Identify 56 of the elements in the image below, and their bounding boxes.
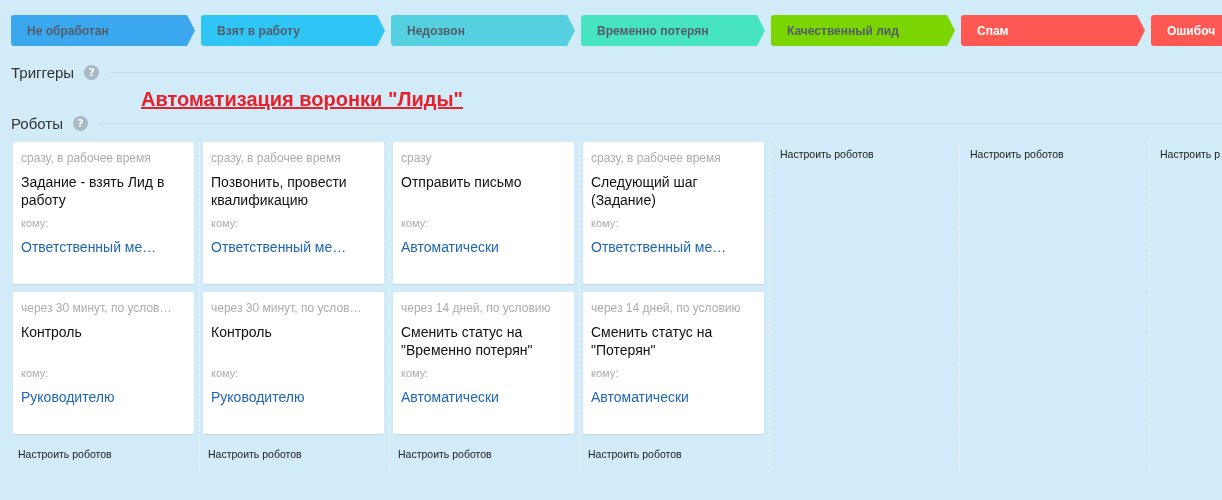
- robot-delay: через 14 дней, по условию: [591, 301, 742, 315]
- robot-title: Следующий шаг (Задание): [591, 173, 699, 209]
- robot-title: Сменить статус на "Потерян": [591, 323, 714, 359]
- robot-title: Позвонить, провести квалификацию: [211, 173, 348, 209]
- robot-delay: через 14 дней, по условию: [401, 301, 552, 315]
- recipient-link[interactable]: Автоматически: [401, 389, 566, 405]
- recipient-link[interactable]: Ответственный ме…: [591, 239, 756, 255]
- robot-card[interactable]: сразу Отправить письмо кому: Автоматически: [393, 142, 574, 284]
- recipient-label: кому:: [401, 217, 430, 229]
- section-heading: Триггеры: [11, 63, 75, 81]
- recipient-link[interactable]: Руководителю: [21, 389, 186, 405]
- recipient-link[interactable]: Руководителю: [211, 389, 376, 405]
- robot-card[interactable]: сразу, в рабочее время Следующий шаг (Задание) кому: Ответственный ме…: [583, 142, 764, 284]
- setup-robots-link[interactable]: Настроить р: [1160, 148, 1222, 160]
- robot-title: Контроль: [211, 323, 273, 342]
- robot-delay: через 30 минут, по услов…: [21, 301, 173, 315]
- recipient-label: кому:: [21, 217, 50, 229]
- robot-card[interactable]: через 14 дней, по условию Сменить статус на "Потерян" кому: Автоматически: [583, 292, 764, 434]
- setup-robots-link[interactable]: Настроить роботов: [398, 448, 574, 460]
- setup-robots-link[interactable]: Настроить роботов: [780, 148, 954, 160]
- recipient-link[interactable]: Ответственный ме…: [211, 239, 376, 255]
- robot-title: Сменить статус на "Временно потерян": [401, 323, 534, 359]
- robot-delay: сразу: [401, 151, 433, 165]
- setup-robots-link[interactable]: Настроить роботов: [588, 448, 764, 460]
- stage-tab[interactable]: Временно потерян: [581, 15, 765, 46]
- setup-robots-link[interactable]: Настроить роботов: [970, 148, 1144, 160]
- recipient-label: кому:: [211, 217, 240, 229]
- robot-delay: сразу, в рабочее время: [591, 151, 722, 165]
- section-heading: Роботы: [11, 114, 63, 132]
- stage-tab[interactable]: Ошибоч: [1151, 15, 1222, 46]
- setup-robots-link[interactable]: Настроить роботов: [208, 448, 384, 460]
- robot-card[interactable]: через 30 минут, по услов… Контроль кому: Руководителю: [13, 292, 194, 434]
- robot-card[interactable]: через 30 минут, по услов… Контроль кому: Руководителю: [203, 292, 384, 434]
- recipient-link[interactable]: Ответственный ме…: [21, 239, 186, 255]
- stage-tab[interactable]: Недозвон: [391, 15, 575, 46]
- recipient-link[interactable]: Автоматически: [401, 239, 566, 255]
- recipient-label: кому:: [591, 367, 620, 379]
- funnel-link[interactable]: Автоматизация воронки "Лиды": [141, 88, 463, 111]
- robot-delay: сразу, в рабочее время: [21, 151, 152, 165]
- robot-delay: сразу, в рабочее время: [211, 151, 342, 165]
- robot-card[interactable]: сразу, в рабочее время Позвонить, провести квалификацию кому: Ответственный ме…: [203, 142, 384, 284]
- recipient-label: кому:: [211, 367, 240, 379]
- robot-title: Отправить письмо: [401, 173, 523, 192]
- robot-card[interactable]: сразу, в рабочее время Задание - взять Лид в работу кому: Ответственный ме…: [13, 142, 194, 284]
- robot-title: Задание - взять Лид в работу: [21, 173, 166, 209]
- robot-title: Контроль: [21, 323, 83, 342]
- robot-delay: через 30 минут, по услов…: [211, 301, 363, 315]
- recipient-link[interactable]: Автоматически: [591, 389, 756, 405]
- recipient-label: кому:: [591, 217, 620, 229]
- setup-robots-link[interactable]: Настроить роботов: [18, 448, 194, 460]
- stage-tab[interactable]: Качественный лид: [771, 15, 955, 46]
- recipient-label: кому:: [21, 367, 50, 379]
- recipient-label: кому:: [401, 367, 430, 379]
- robot-card[interactable]: через 14 дней, по условию Сменить статус на "Временно потерян" кому: Автоматически: [393, 292, 574, 434]
- stage-tab[interactable]: Спам: [961, 15, 1145, 46]
- stage-tab[interactable]: Взят в работу: [201, 15, 385, 46]
